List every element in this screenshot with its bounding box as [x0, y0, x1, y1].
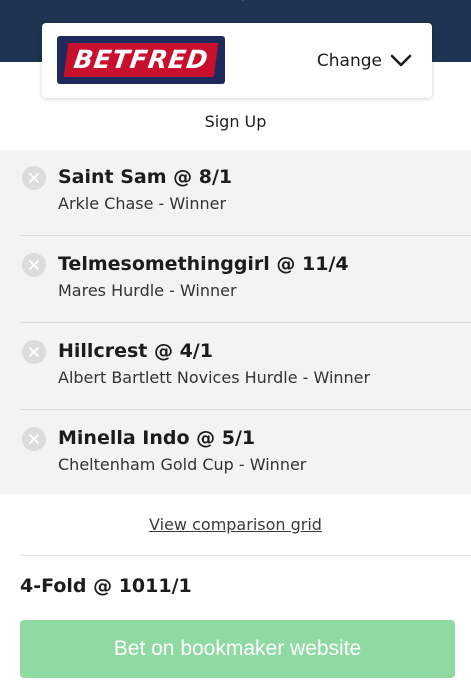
bookmaker-logo-text: BETFRED	[63, 43, 219, 77]
selection-title: Minella Indo @ 5/1	[58, 427, 256, 449]
selection-market: Albert Bartlett Novices Hurdle - Winner	[58, 368, 371, 387]
remove-selection-icon[interactable]	[22, 253, 46, 277]
selection-title: Saint Sam @ 8/1	[58, 166, 233, 188]
selection-market: Cheltenham Gold Cup - Winner	[58, 455, 307, 474]
selection-row: Saint Sam @ 8/1 Arkle Chase - Winner	[0, 150, 471, 236]
acca-summary: 4-Fold @ 1011/1	[20, 575, 192, 597]
remove-selection-icon[interactable]	[22, 166, 46, 190]
bet-on-bookmaker-button[interactable]: Bet on bookmaker website	[20, 620, 455, 678]
row-divider	[20, 235, 471, 236]
bookmaker-card: BETFRED Change	[42, 23, 432, 98]
selection-market: Arkle Chase - Winner	[58, 194, 227, 213]
remove-selection-icon[interactable]	[22, 340, 46, 364]
remove-selection-icon[interactable]	[22, 427, 46, 451]
row-divider	[20, 322, 471, 323]
change-bookmaker-button[interactable]: Change	[317, 47, 412, 75]
bet-button-label: Bet on bookmaker website	[113, 637, 362, 660]
selections-list: Saint Sam @ 8/1 Arkle Chase - Winner Tel…	[0, 150, 471, 494]
selection-title: Hillcrest @ 4/1	[58, 340, 213, 362]
selection-market: Mares Hurdle - Winner	[58, 281, 237, 300]
selection-row: Hillcrest @ 4/1 Albert Bartlett Novices …	[0, 324, 471, 410]
footer-divider	[20, 555, 471, 556]
chevron-down-icon	[390, 54, 412, 67]
header-star-icon: ▾	[238, 0, 248, 4]
row-divider	[20, 409, 471, 410]
bookmaker-logo: BETFRED	[57, 36, 225, 84]
signup-link[interactable]: Sign Up	[0, 112, 471, 131]
selection-title: Telmesomethinggirl @ 11/4	[58, 253, 349, 275]
selection-row: Minella Indo @ 5/1 Cheltenham Gold Cup -…	[0, 411, 471, 497]
change-bookmaker-label: Change	[316, 51, 382, 71]
selection-row: Telmesomethinggirl @ 11/4 Mares Hurdle -…	[0, 237, 471, 323]
view-comparison-grid-link[interactable]: View comparison grid	[0, 515, 471, 534]
